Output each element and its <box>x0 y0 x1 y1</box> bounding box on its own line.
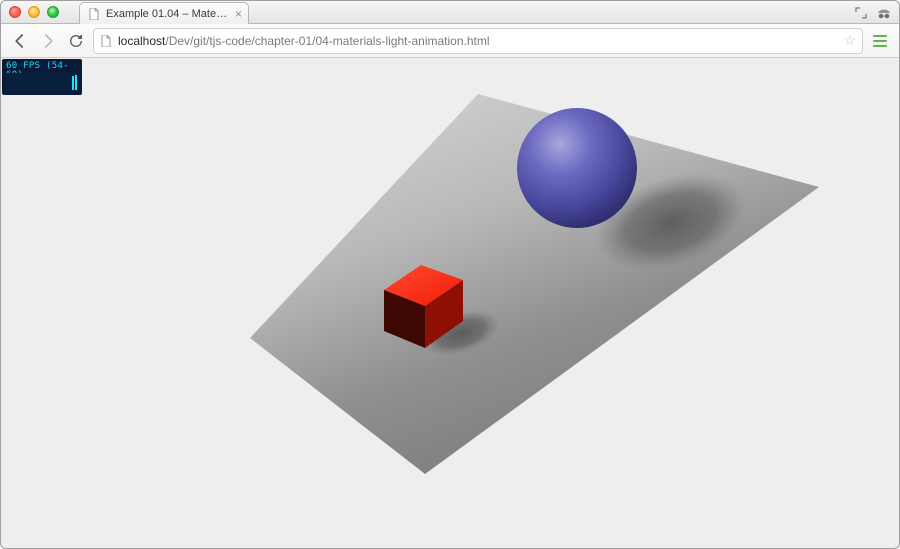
url-text: localhost/Dev/git/tjs-code/chapter-01/04… <box>118 34 490 48</box>
incognito-icon <box>875 4 893 22</box>
bookmark-star-icon[interactable]: ☆ <box>843 32 856 49</box>
page-icon <box>88 8 100 20</box>
window-titlebar: Example 01.04 – Materials × <box>1 1 899 24</box>
zoom-window-button[interactable] <box>47 6 59 18</box>
fullscreen-icon[interactable] <box>855 7 867 19</box>
forward-button[interactable] <box>37 30 59 52</box>
address-bar[interactable]: localhost/Dev/git/tjs-code/chapter-01/04… <box>93 28 863 54</box>
menu-button[interactable] <box>869 35 891 47</box>
blue-sphere <box>517 108 637 228</box>
url-path: /Dev/git/tjs-code/chapter-01/04-material… <box>165 34 489 48</box>
back-button[interactable] <box>9 30 31 52</box>
close-tab-icon[interactable]: × <box>235 7 242 21</box>
threejs-canvas[interactable] <box>1 58 899 548</box>
browser-toolbar: localhost/Dev/git/tjs-code/chapter-01/04… <box>1 24 899 58</box>
browser-tab[interactable]: Example 01.04 – Materials × <box>79 2 249 24</box>
minimize-window-button[interactable] <box>28 6 40 18</box>
reload-button[interactable] <box>65 30 87 52</box>
url-host: localhost <box>118 34 165 48</box>
page-viewport[interactable]: 60 FPS (54-60) <box>1 58 899 548</box>
tab-title: Example 01.04 – Materials <box>106 8 229 20</box>
page-icon <box>100 35 112 47</box>
close-window-button[interactable] <box>9 6 21 18</box>
